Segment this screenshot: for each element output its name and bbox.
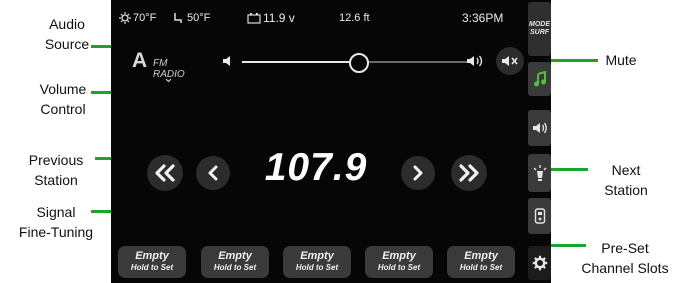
tune-up-button[interactable] [401,156,435,190]
thermometer-icon [119,12,131,24]
preset-slot-1[interactable]: Empty Hold to Set [118,246,186,278]
preset-slot-hint: Hold to Set [459,263,503,272]
preset-slot-title: Empty [464,250,498,262]
volume-slider[interactable] [242,53,467,73]
light-icon [533,165,546,181]
callout-mute: Mute [596,50,646,70]
callout-preset-slots-line2: Channel Slots [581,260,669,276]
previous-station-button[interactable] [147,155,183,191]
preset-slot-5[interactable]: Empty Hold to Set [447,246,515,278]
remote-button[interactable] [528,198,551,234]
lights-button[interactable] [528,154,551,192]
volume-high-icon[interactable] [466,54,484,68]
chevron-right-icon [413,165,423,181]
callout-signal-fine-tuning: Signal Fine-Tuning [1,202,111,242]
outside-temp: 70°F [133,12,157,24]
status-bar: 70°F 50°F 11.9 v 12.6 ft 3:36PM [111,0,551,38]
audio-button[interactable] [528,110,551,146]
seat-icon [174,13,182,23]
mute-button[interactable] [496,47,524,75]
mode-label: MODE [529,21,550,28]
volume-slider-fill [242,61,359,63]
tune-down-button[interactable] [196,156,230,190]
callout-next-station: Next Station [586,160,666,200]
callout-volume-control-line2: Control [40,101,86,117]
callout-previous-station-line2: Station [34,172,78,188]
preset-slot-title: Empty [135,250,169,262]
preset-slot-hint: Hold to Set [295,263,339,272]
mute-icon [502,56,518,66]
preset-slot-4[interactable]: Empty Hold to Set [365,246,433,278]
callout-signal-fine-tuning-line2: Fine-Tuning [18,224,94,240]
preset-slot-title: Empty [382,250,416,262]
clock: 3:36PM [462,11,504,25]
fm-antenna-icon: A [132,49,148,72]
double-chevron-right-icon [459,164,479,182]
radio-screen: 70°F 50°F 11.9 v 12.6 ft 3:36PM A FM RAD… [111,0,551,283]
callout-previous-station-line1: Previous [28,152,84,168]
next-station-button[interactable] [451,155,487,191]
music-note-icon [533,71,546,87]
volume-low-icon[interactable] [222,55,232,67]
music-button[interactable] [528,62,551,96]
volume-slider-knob[interactable] [349,53,369,73]
callout-volume-control-line1: Volume [39,81,87,97]
mode-surf-button[interactable]: MODE SURF [528,2,551,56]
callout-next-station-line1: Next [611,162,641,178]
double-chevron-left-icon [155,164,175,182]
callout-audio-source: Audio Source [22,14,112,54]
inside-temp: 50°F [187,12,211,24]
preset-slot-title: Empty [300,250,334,262]
trip-distance: 12.6 ft [339,12,370,24]
preset-slot-hint: Hold to Set [213,263,257,272]
preset-slot-hint: Hold to Set [130,263,174,272]
station-frequency: 107.9 [264,146,368,189]
speaker-icon [532,122,547,134]
remote-icon [534,208,545,224]
chevron-left-icon [208,165,218,181]
battery-voltage: 11.9 v [263,11,295,25]
preset-slot-title: Empty [218,250,252,262]
chevron-down-icon: ⌄ [163,70,174,85]
preset-slot-hint: Hold to Set [377,263,421,272]
callout-audio-source-line1: Audio [49,16,85,32]
callout-previous-station: Previous Station [6,150,106,190]
battery-icon [247,13,261,24]
callout-mute-line1: Mute [605,52,637,68]
preset-slot-3[interactable]: Empty Hold to Set [283,246,351,278]
preset-slot-2[interactable]: Empty Hold to Set [201,246,269,278]
gear-icon [532,255,547,271]
settings-button[interactable] [528,246,551,280]
callout-next-station-line2: Station [604,182,648,198]
callout-volume-control: Volume Control [18,79,108,119]
callout-audio-source-line2: Source [44,36,90,52]
surf-label: SURF [529,29,550,36]
callout-preset-slots-line1: Pre-Set [601,240,649,256]
